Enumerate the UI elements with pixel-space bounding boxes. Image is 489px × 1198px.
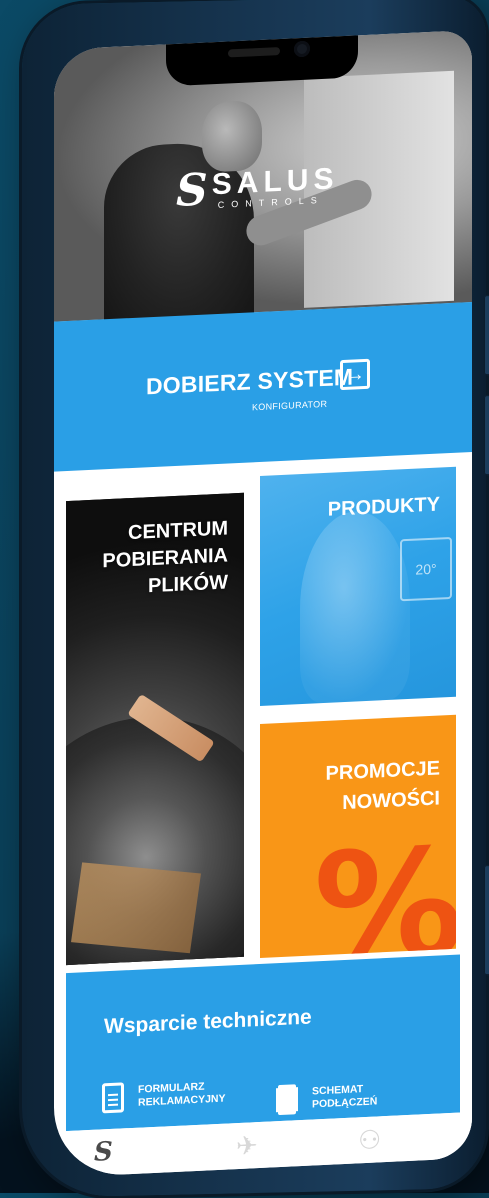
technical-support-section: Wsparcie techniczne FORMULARZ REKLAMACYJ… <box>66 954 460 1132</box>
complaint-form-button[interactable]: FORMULARZ REKLAMACYJNY <box>102 1078 226 1114</box>
products-person-image <box>300 508 410 705</box>
wiring-diagram-label: SCHEMAT PODŁĄCZEŃ <box>312 1083 378 1111</box>
front-camera <box>294 40 310 58</box>
salus-logo: S SALUS CONTROLS <box>176 162 338 217</box>
configurator-subtitle: KONFIGURATOR <box>252 398 328 413</box>
volume-up-button <box>484 295 489 376</box>
wiring-diagram-button[interactable]: SCHEMAT PODŁĄCZEŃ <box>278 1080 378 1116</box>
plane-icon[interactable]: ✈ <box>236 1130 258 1162</box>
app-screen: S SALUS CONTROLS DOBIERZ SYSTEM → KONFIG… <box>54 29 472 1178</box>
thermostat-image: 20° <box>400 536 452 602</box>
power-button <box>484 865 489 976</box>
user-icon[interactable]: ⚇ <box>358 1124 381 1156</box>
support-title: Wsparcie techniczne <box>104 1005 312 1039</box>
chip-icon <box>278 1084 296 1116</box>
salus-logo-mark: S <box>176 164 208 217</box>
promotions-tile[interactable]: PROMOCJE NOWOŚCI % <box>260 714 456 958</box>
products-title: PRODUKTY <box>327 493 440 521</box>
configurator-title: DOBIERZ SYSTEM <box>146 363 354 400</box>
percent-icon: % <box>313 816 456 958</box>
arrow-right-box-icon: → <box>340 358 370 391</box>
complaint-form-label: FORMULARZ REKLAMACYJNY <box>138 1080 226 1109</box>
download-center-tile[interactable]: CENTRUM POBIERANIA PLIKÓW <box>66 492 244 966</box>
home-logo-icon[interactable]: S <box>94 1137 113 1168</box>
configurator-banner[interactable]: DOBIERZ SYSTEM → KONFIGURATOR <box>54 301 472 472</box>
hard-drive-board-image <box>71 862 201 954</box>
promotions-title: PROMOCJE NOWOŚCI <box>325 757 440 815</box>
volume-down-button <box>484 395 489 476</box>
document-icon <box>102 1082 124 1114</box>
notch <box>166 29 358 87</box>
hero-installer-head <box>202 99 262 173</box>
products-tile[interactable]: 20° PRODUKTY <box>260 466 456 706</box>
speaker-grille <box>228 47 280 58</box>
phone-frame: S SALUS CONTROLS DOBIERZ SYSTEM → KONFIG… <box>22 0 489 1198</box>
download-center-title: CENTRUM POBIERANIA PLIKÓW <box>102 517 228 598</box>
